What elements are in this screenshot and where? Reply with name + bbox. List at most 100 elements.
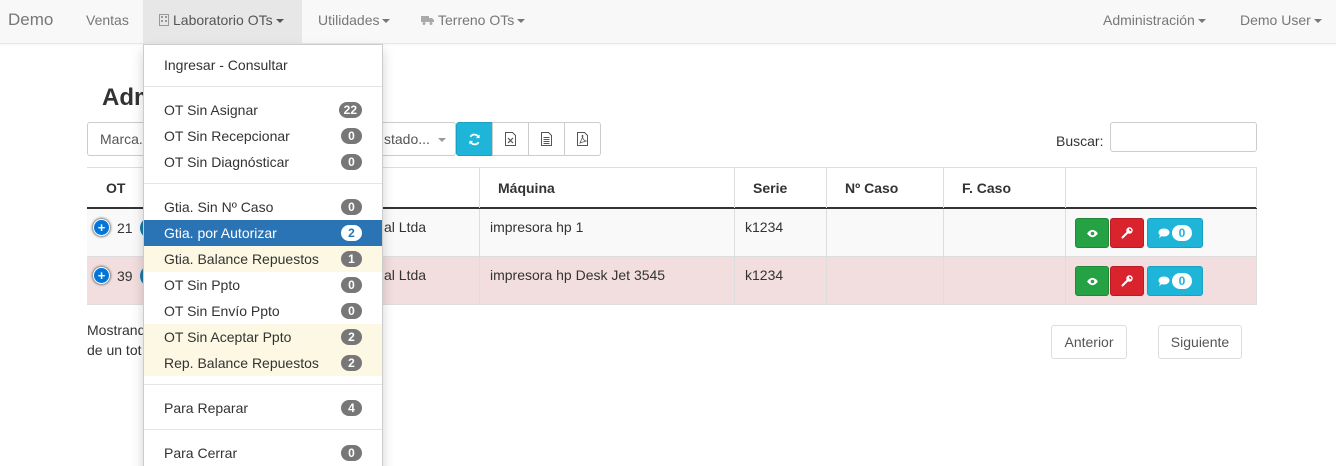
serie-cell: k1234	[734, 209, 826, 257]
expand-row-icon[interactable]: +	[94, 268, 109, 283]
column-header-serie[interactable]: Serie	[734, 168, 826, 208]
nav-user-label: Demo User	[1240, 12, 1311, 28]
count-badge: 1	[341, 251, 362, 267]
menu-item-label: Gtia. por Autorizar	[164, 225, 277, 241]
maquina-cell: impresora hp 1	[479, 209, 734, 257]
fecha-caso-cell	[943, 209, 1065, 257]
refresh-icon	[469, 133, 480, 145]
menu-item-ot-sin-ppto[interactable]: OT Sin Ppto 0	[144, 272, 382, 298]
serie-cell: k1234	[734, 257, 826, 305]
menu-item-ot-sin-diagnosticar[interactable]: OT Sin Diagnósticar 0	[144, 149, 382, 175]
view-button[interactable]	[1075, 218, 1109, 248]
table-info-line-2: de un tot	[87, 342, 142, 358]
ot-number: 21	[117, 220, 133, 236]
nro-caso-cell	[826, 209, 943, 257]
comments-count-badge: 0	[1172, 225, 1192, 241]
estado-select-value: stado...	[384, 131, 430, 147]
menu-item-para-cerrar[interactable]: Para Cerrar 0	[144, 440, 382, 466]
menu-item-label: Ingresar - Consultar	[164, 57, 288, 73]
nav-utilidades[interactable]: Utilidades	[318, 0, 391, 44]
document-file-icon	[541, 132, 552, 146]
building-icon	[159, 14, 169, 26]
menu-item-ot-sin-aceptar-ppto[interactable]: OT Sin Aceptar Ppto 2	[144, 324, 382, 350]
nav-terreno-ots[interactable]: Terreno OTs	[421, 0, 526, 44]
eye-icon	[1086, 229, 1098, 237]
menu-item-ot-sin-recepcionar[interactable]: OT Sin Recepcionar 0	[144, 123, 382, 149]
menu-item-ot-sin-asignar[interactable]: OT Sin Asignar 22	[144, 97, 382, 123]
chevron-down-icon	[275, 19, 284, 24]
column-header-maquina[interactable]: Máquina	[479, 168, 734, 208]
expand-row-icon[interactable]: +	[94, 220, 109, 235]
table-info-line-1: Mostrand	[87, 322, 146, 338]
menu-item-ot-sin-envio-ppto[interactable]: OT Sin Envío Ppto 0	[144, 298, 382, 324]
comments-button[interactable]: 0	[1147, 266, 1203, 296]
truck-icon	[421, 16, 434, 25]
nro-caso-cell	[826, 257, 943, 305]
count-badge: 0	[341, 277, 362, 293]
menu-item-gtia-sin-nro-caso[interactable]: Gtia. Sin Nº Caso 0	[144, 194, 382, 220]
nav-administracion[interactable]: Administración	[1103, 0, 1206, 44]
menu-item-label: Rep. Balance Repuestos	[164, 355, 319, 371]
export-text-button[interactable]	[528, 122, 565, 156]
maquina-cell: impresora hp Desk Jet 3545	[479, 257, 734, 305]
eye-icon	[1086, 277, 1098, 285]
menu-item-label: Para Cerrar	[164, 445, 238, 461]
count-badge: 22	[338, 102, 362, 118]
menu-item-gtia-por-autorizar[interactable]: Gtia. por Autorizar 2	[144, 220, 382, 246]
menu-item-rep-balance-repuestos[interactable]: Rep. Balance Repuestos 2	[144, 350, 382, 376]
marca-select[interactable]: Marca.	[87, 122, 147, 156]
export-excel-button[interactable]	[492, 122, 529, 156]
chevron-down-icon	[382, 19, 391, 24]
count-badge: 0	[341, 199, 362, 215]
menu-item-para-reparar[interactable]: Para Reparar 4	[144, 395, 382, 421]
row-actions: 0	[1075, 218, 1203, 248]
menu-divider	[144, 183, 382, 184]
menu-divider	[144, 429, 382, 430]
column-header-cliente[interactable]	[382, 168, 479, 208]
comments-button[interactable]: 0	[1147, 218, 1203, 248]
menu-item-ingresar-consultar[interactable]: Ingresar - Consultar	[144, 52, 382, 78]
brand-link[interactable]: Demo	[8, 0, 53, 44]
count-badge: 0	[341, 128, 362, 144]
wrench-icon	[1121, 227, 1133, 239]
pdf-file-icon	[577, 132, 588, 146]
fecha-caso-cell	[943, 257, 1065, 305]
repair-button[interactable]	[1110, 218, 1144, 248]
menu-item-gtia-balance-repuestos[interactable]: Gtia. Balance Repuestos 1	[144, 246, 382, 272]
search-input[interactable]	[1110, 122, 1257, 152]
menu-item-label: OT Sin Recepcionar	[164, 128, 290, 144]
chevron-down-icon	[517, 19, 526, 24]
column-header-fecha-caso[interactable]: F. Caso	[943, 168, 1065, 208]
menu-item-label: OT Sin Envío Ppto	[164, 303, 280, 319]
count-badge: 2	[341, 329, 362, 345]
nav-user-menu[interactable]: Demo User	[1240, 0, 1322, 44]
chevron-down-icon	[1197, 19, 1206, 24]
export-pdf-button[interactable]	[564, 122, 601, 156]
nav-laboratorio-label: Laboratorio OTs	[173, 12, 273, 28]
chevron-down-icon	[437, 138, 446, 143]
row-actions: 0	[1075, 266, 1203, 296]
count-badge: 0	[341, 154, 362, 170]
menu-divider	[144, 384, 382, 385]
comment-icon	[1158, 228, 1170, 238]
repair-button[interactable]	[1110, 266, 1144, 296]
nav-ventas[interactable]: Ventas	[86, 0, 129, 44]
nav-administracion-label: Administración	[1103, 12, 1195, 28]
nav-laboratorio-ots[interactable]: Laboratorio OTs	[143, 0, 302, 44]
menu-item-label: Para Reparar	[164, 400, 249, 416]
column-header-nro-caso[interactable]: Nº Caso	[826, 168, 943, 208]
ot-number: 39	[117, 268, 133, 284]
previous-page-button[interactable]: Anterior	[1051, 325, 1127, 359]
estado-select[interactable]: stado...	[382, 122, 456, 156]
column-header-acciones	[1065, 168, 1257, 208]
comments-count-badge: 0	[1172, 273, 1192, 289]
refresh-button[interactable]	[456, 122, 493, 156]
count-badge: 2	[341, 355, 362, 371]
menu-item-label: OT Sin Aceptar Ppto	[164, 329, 292, 345]
view-button[interactable]	[1075, 266, 1109, 296]
next-page-button[interactable]: Siguiente	[1158, 325, 1242, 359]
nav-utilidades-label: Utilidades	[318, 12, 380, 28]
cliente-cell: al Ltda	[384, 219, 427, 235]
menu-item-label: Gtia. Balance Repuestos	[164, 251, 319, 267]
count-badge: 0	[341, 303, 362, 319]
